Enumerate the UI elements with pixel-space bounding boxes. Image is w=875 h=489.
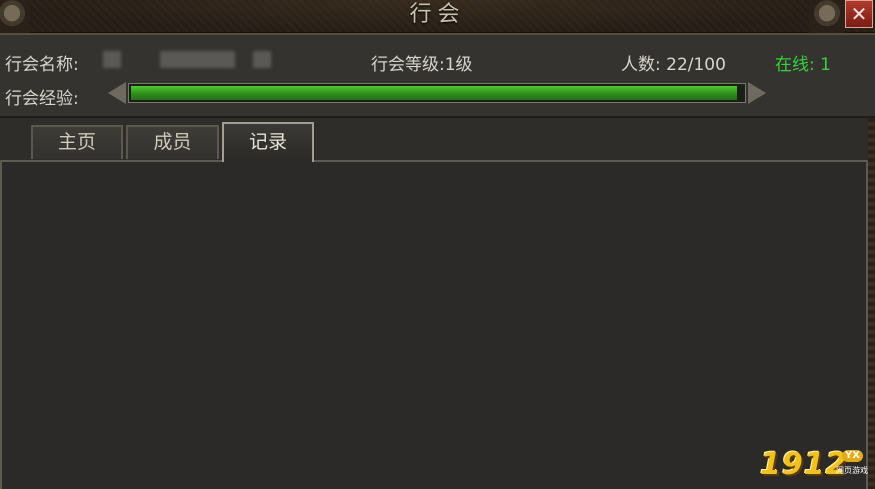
tab-strip: 主页 成员 记录	[0, 118, 875, 162]
watermark-badge: YX	[842, 450, 863, 462]
exp-fill	[131, 86, 737, 100]
member-count-label: 人数: 22/100	[621, 55, 726, 75]
window-frame-edge	[868, 118, 875, 489]
tab-records[interactable]: 记录	[222, 122, 314, 162]
guild-name-label: 行会名称:	[5, 55, 79, 75]
arrow-left-icon	[108, 82, 126, 104]
guild-name-value	[103, 48, 278, 70]
corner-ornament-icon	[809, 0, 845, 33]
tab-members[interactable]: 成员	[126, 125, 219, 159]
watermark-logo: 1912 YX 网页游戏	[760, 447, 870, 482]
guild-exp-label: 行会经验:	[5, 89, 79, 109]
exp-track	[128, 83, 746, 103]
guild-level-label: 行会等级:1级	[371, 55, 473, 75]
watermark-site: 网页游戏	[836, 466, 868, 475]
arrow-right-icon	[748, 82, 766, 104]
online-count-label: 在线: 1	[775, 55, 831, 75]
watermark-digits: 1912	[760, 447, 848, 482]
records-content-area	[0, 160, 868, 489]
close-button[interactable]: ✕	[845, 0, 873, 28]
window-title: 行会	[409, 2, 466, 27]
guild-info-panel: 行会名称: 行会等级:1级 人数: 22/100 在线: 1 行会经验:	[0, 35, 875, 118]
guild-exp-bar	[108, 81, 766, 105]
title-bar: 行会 ✕	[0, 0, 875, 35]
tab-home[interactable]: 主页	[31, 125, 123, 159]
